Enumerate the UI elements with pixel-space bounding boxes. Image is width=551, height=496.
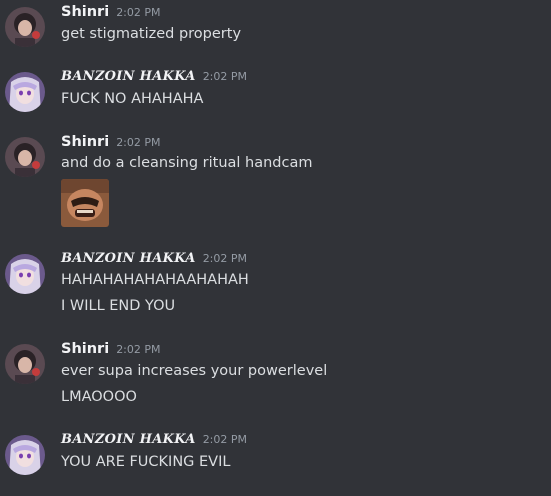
timestamp: 2:02 PM [116,136,161,149]
message-text: LMAOOOO [61,389,137,405]
username[interactable]: Shinri [61,341,109,357]
avatar-banzoin-hakka[interactable] [5,254,45,294]
message-text: I WILL END YOU [61,298,176,314]
timestamp: 2:02 PM [202,433,248,446]
username[interactable]: BANZOIN HAKKA [61,69,196,84]
chat-message-list: Shinri 2:02 PM get stigmatized property … [0,0,551,496]
message-text: ever supa increases your powerlevel [61,363,328,379]
message-header: BANZOIN HAKKA 2:02 PM [61,432,247,454]
message-text: YOU ARE FUCKING EVIL [61,454,231,470]
timestamp: 2:02 PM [202,70,248,83]
image-attachment[interactable] [61,179,109,227]
message-header: Shinri 2:02 PM [61,4,161,26]
timestamp: 2:02 PM [202,252,248,265]
message-text: FUCK NO AHAHAHA [61,91,204,107]
message-text: HAHAHAHAHAHAAHAHAH [61,272,249,288]
username[interactable]: Shinri [61,4,109,20]
avatar-banzoin-hakka[interactable] [5,435,45,475]
timestamp: 2:02 PM [116,343,161,356]
message-text: and do a cleansing ritual handcam [61,155,313,171]
username[interactable]: BANZOIN HAKKA [61,251,196,266]
timestamp: 2:02 PM [116,6,161,19]
message-header: Shinri 2:02 PM [61,341,161,363]
avatar-shinri[interactable] [5,7,45,47]
avatar-shinri[interactable] [5,344,45,384]
message-text: get stigmatized property [61,26,242,42]
username[interactable]: BANZOIN HAKKA [61,432,196,447]
avatar-banzoin-hakka[interactable] [5,72,45,112]
avatar-shinri[interactable] [5,137,45,177]
message-header: BANZOIN HAKKA 2:02 PM [61,69,247,91]
username[interactable]: Shinri [61,134,109,150]
